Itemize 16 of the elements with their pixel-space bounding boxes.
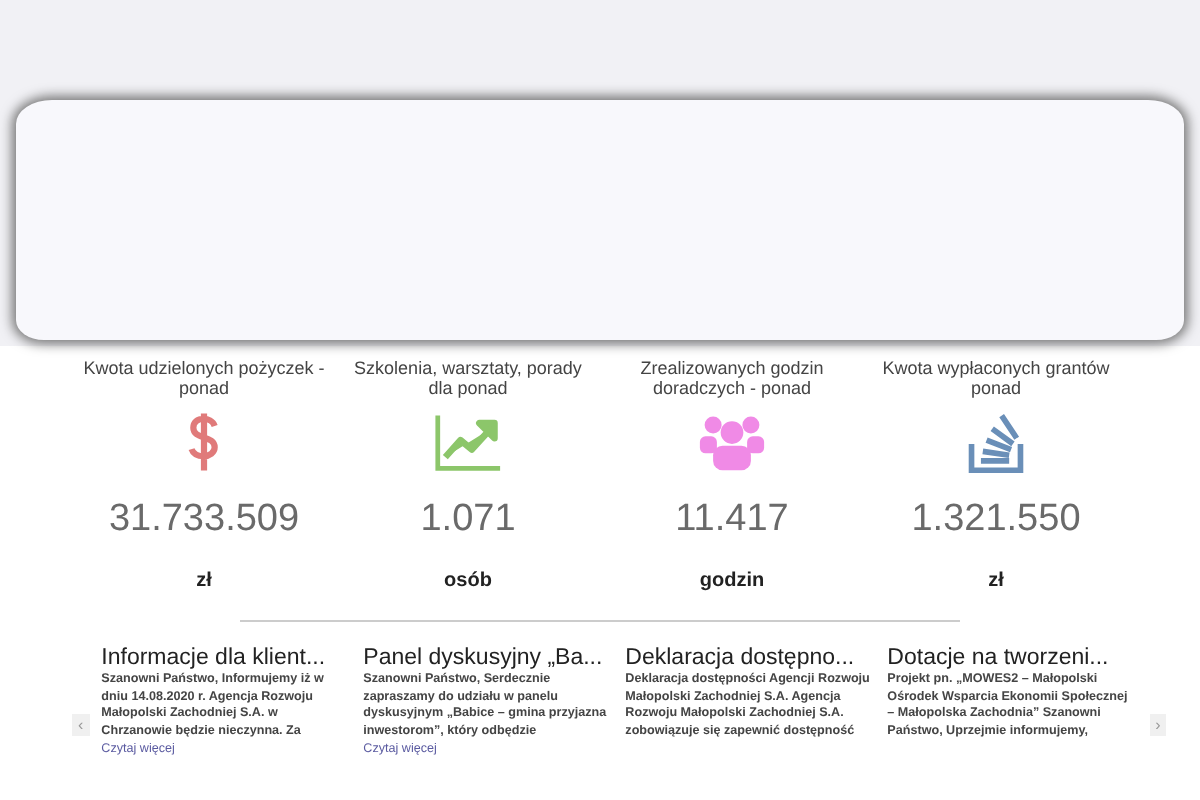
stat-label: Zrealizowanych godzin doradczych - ponad bbox=[638, 358, 826, 402]
stat-unit: godzin bbox=[699, 570, 765, 592]
stat-label: Kwota udzielonych pożyczek - ponad bbox=[81, 358, 327, 402]
stat-value: 1.071 bbox=[420, 498, 516, 544]
stat-label: Szkolenia, warsztaty, porady dla ponad bbox=[352, 358, 584, 402]
stat-value: 11.417 bbox=[675, 498, 789, 544]
stat-value: 1.321.550 bbox=[911, 498, 1081, 544]
stat-unit: zł bbox=[988, 570, 1004, 592]
stat-label: Kwota wypłaconych grantów ponad bbox=[880, 358, 1112, 402]
news-title[interactable]: Deklaracja dostępno... bbox=[625, 650, 876, 668]
stat-value: 31.733.509 bbox=[108, 498, 300, 544]
news-title[interactable]: Informacje dla klient... bbox=[101, 650, 352, 668]
stat-unit: osób bbox=[444, 570, 492, 592]
stat-unit: zł bbox=[196, 570, 212, 592]
news-title[interactable]: Dotacje na tworzeni... bbox=[887, 650, 1138, 668]
news-title[interactable]: Panel dyskusyjny „Ba... bbox=[363, 650, 614, 668]
